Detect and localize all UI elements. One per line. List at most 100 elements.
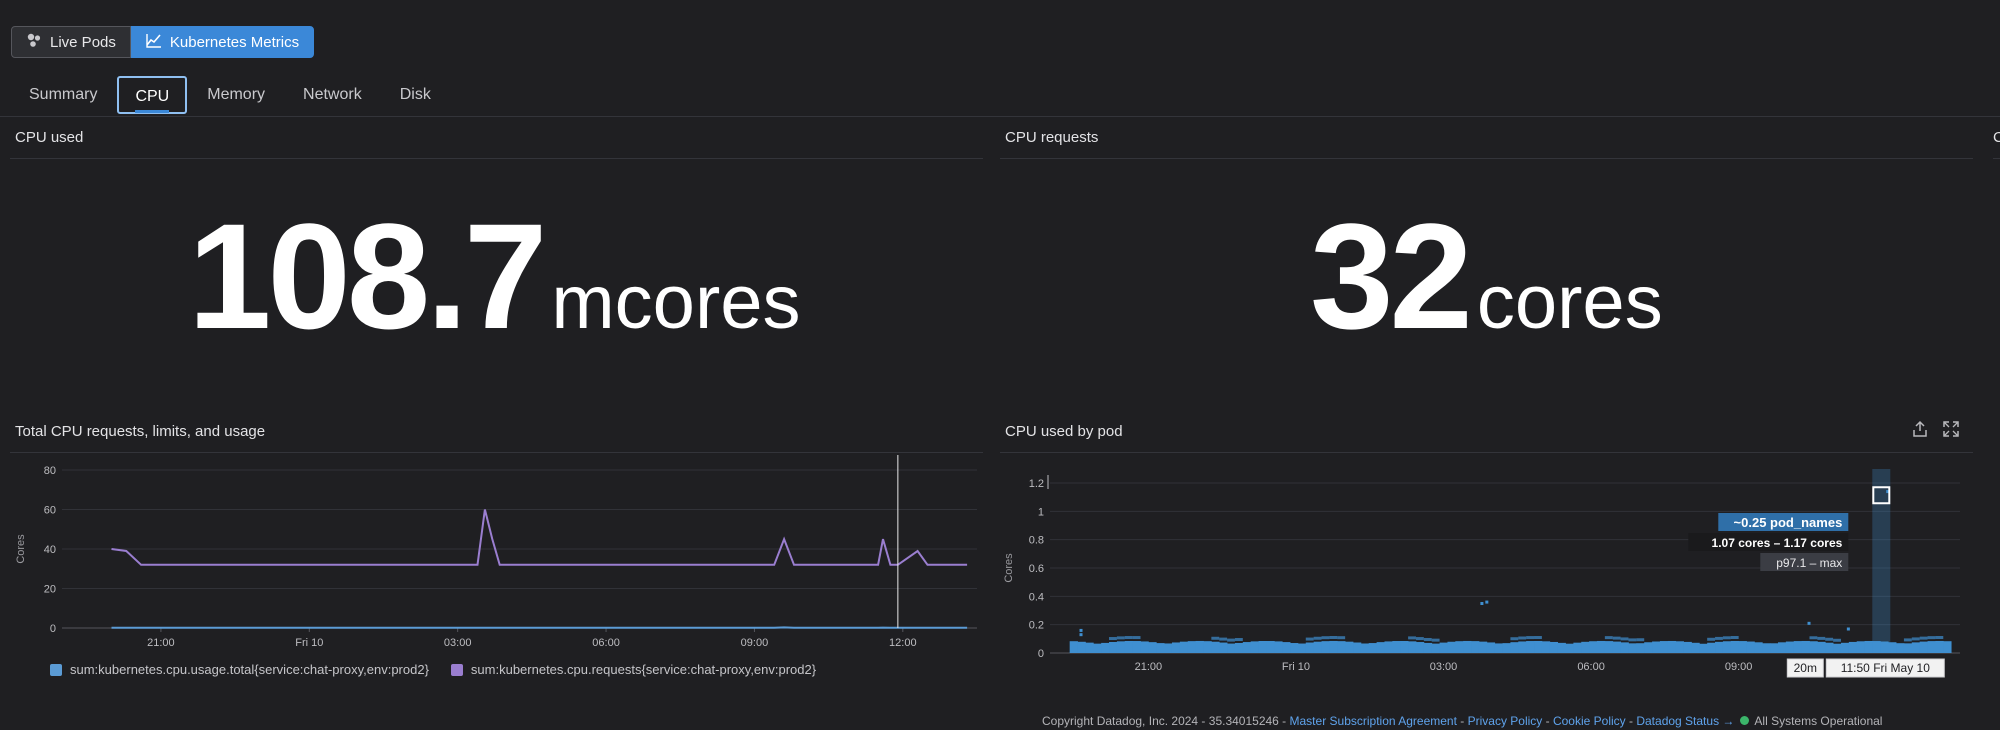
y-tick-label: 0.6 [1029,563,1044,575]
heatmap-cell [1219,637,1228,641]
heatmap-cell [1612,636,1621,640]
heatmap-cell [1510,642,1519,653]
heatmap-cell [1911,642,1921,653]
x-tick-label: 21:00 [1135,661,1163,673]
heatmap-cell [1415,642,1425,653]
heatmap-cell [1935,640,1944,653]
footer-link-privacy[interactable]: Privacy Policy [1468,714,1543,728]
heatmap-cell [1337,636,1346,640]
footer-link-msa[interactable]: Master Subscription Agreement [1290,714,1457,728]
footer-link-cookie[interactable]: Cookie Policy [1553,714,1626,728]
heatmap-cell [1817,641,1826,653]
heatmap-cell [1478,641,1488,653]
legend-item-requests[interactable]: sum:kubernetes.cpu.requests{service:chat… [450,662,816,677]
heatmap-cell [1746,641,1755,653]
x-tick-label: 21:00 [147,637,175,649]
timeseries-title: Total CPU requests, limits, and usage [15,423,266,440]
y-tick-label: 0 [1038,648,1044,660]
heatmap-cell [1124,640,1134,653]
cpu-by-pod-heatmap[interactable]: 1.2 1 0.8 0.6 0.4 0.2 0 Cores 21:00 Fri 10 03:00 06… [990,455,1990,685]
heatmap-cell [1534,640,1543,653]
heatmap-cell [1927,641,1936,653]
fullscreen-icon[interactable] [1942,420,1960,443]
heatmap-cell [1846,627,1850,631]
heatmap-cell [1502,643,1511,653]
heatmap-cell [1833,638,1841,642]
heatmap-cell [1722,641,1732,653]
heatmap-cell [1329,640,1338,653]
heatmap-cell [1392,641,1401,653]
heatmap-cell [1565,643,1574,653]
heatmap-cell [1266,641,1275,653]
cpu-used-unit: mcores [551,260,801,345]
next-widget-title-fragment: C [1993,129,2000,146]
requests-series-line [111,509,968,566]
x-tick-label: Fri 10 [1282,661,1310,673]
heatmap-cell [1707,637,1716,641]
y-tick-label: 20 [44,584,56,596]
tabs-divider [0,116,2000,117]
heatmap-cell [1809,641,1818,653]
heatmap-cell [1132,641,1141,653]
heatmap-cell [1589,641,1598,653]
heatmap-cell [1258,641,1267,653]
heatmap-cell [1526,636,1535,640]
heatmap-cell [1762,643,1771,653]
tab-summary[interactable]: Summary [11,76,115,114]
kubernetes-metrics-button[interactable]: Kubernetes Metrics [130,26,315,58]
y-axis-label: Cores [15,534,27,564]
heatmap-cell [1856,641,1865,653]
heatmap-cell [1628,643,1637,653]
heatmap-cell [1683,641,1692,653]
y-tick-label: 1 [1038,506,1044,518]
live-pods-label: Live Pods [50,33,116,51]
tab-cpu[interactable]: CPU [117,76,188,114]
x-tick-label: 03:00 [444,637,472,649]
heatmap-cell [1313,636,1322,640]
hover-column-highlight [1872,469,1891,653]
heatmap-cell [1557,642,1566,653]
heatmap-cell [1234,638,1243,642]
heatmap-cell [1321,641,1330,653]
heatmap-cell [1754,642,1763,653]
chart-line-icon [146,32,162,52]
time-badge-span: 20m [1794,661,1817,675]
cpu-timeseries-chart[interactable]: 80 60 40 20 0 Cores 21:00 Fri 10 03:00 06:00 09:00… [0,455,990,655]
heatmap-cell [1620,637,1629,641]
tab-network[interactable]: Network [285,76,380,114]
cpu-requests-divider [1000,158,1973,159]
tab-disk[interactable]: Disk [382,76,449,114]
heatmap-cell [1423,637,1432,641]
tab-memory[interactable]: Memory [189,76,283,114]
heatmap-cell [1604,641,1614,653]
kubernetes-metrics-label: Kubernetes Metrics [169,33,300,51]
heatmap-cell [1423,642,1433,653]
heatmap-cell [1864,640,1873,653]
heatmap-cell [1675,641,1684,653]
heatmap-cell [1360,643,1370,653]
heatmap-cell [1415,637,1424,641]
heatmap-cell [1337,641,1346,653]
heatmap-cell [1480,602,1484,605]
heatmap-cell [1691,642,1700,653]
heatmap-cell [1801,640,1810,653]
heatmap-cell [1148,642,1157,653]
live-pods-button[interactable]: Live Pods [11,26,131,58]
status-dot-icon [1739,716,1749,725]
heatmap-cell [1384,641,1393,653]
tooltip-percentile: p97.1 – max [1776,556,1842,570]
heatmap-cell [1079,628,1083,632]
heatmap-title: CPU used by pod [1005,423,1123,440]
heatmap-cell [1171,642,1181,653]
heatmap-cell [1211,636,1220,640]
export-icon[interactable] [1911,420,1929,443]
footer-link-status[interactable]: Datadog Status → [1636,714,1734,728]
heatmap-cell [1227,638,1235,642]
heatmap-cell [1534,636,1542,640]
legend-item-usage[interactable]: sum:kubernetes.cpu.usage.total{service:c… [50,662,429,677]
y-tick-label: 0.4 [1029,591,1044,603]
heatmap-cell [1715,641,1724,653]
heatmap-cell [1431,643,1440,653]
heatmap-cell [1644,642,1653,653]
heatmap-cell [1124,636,1133,640]
